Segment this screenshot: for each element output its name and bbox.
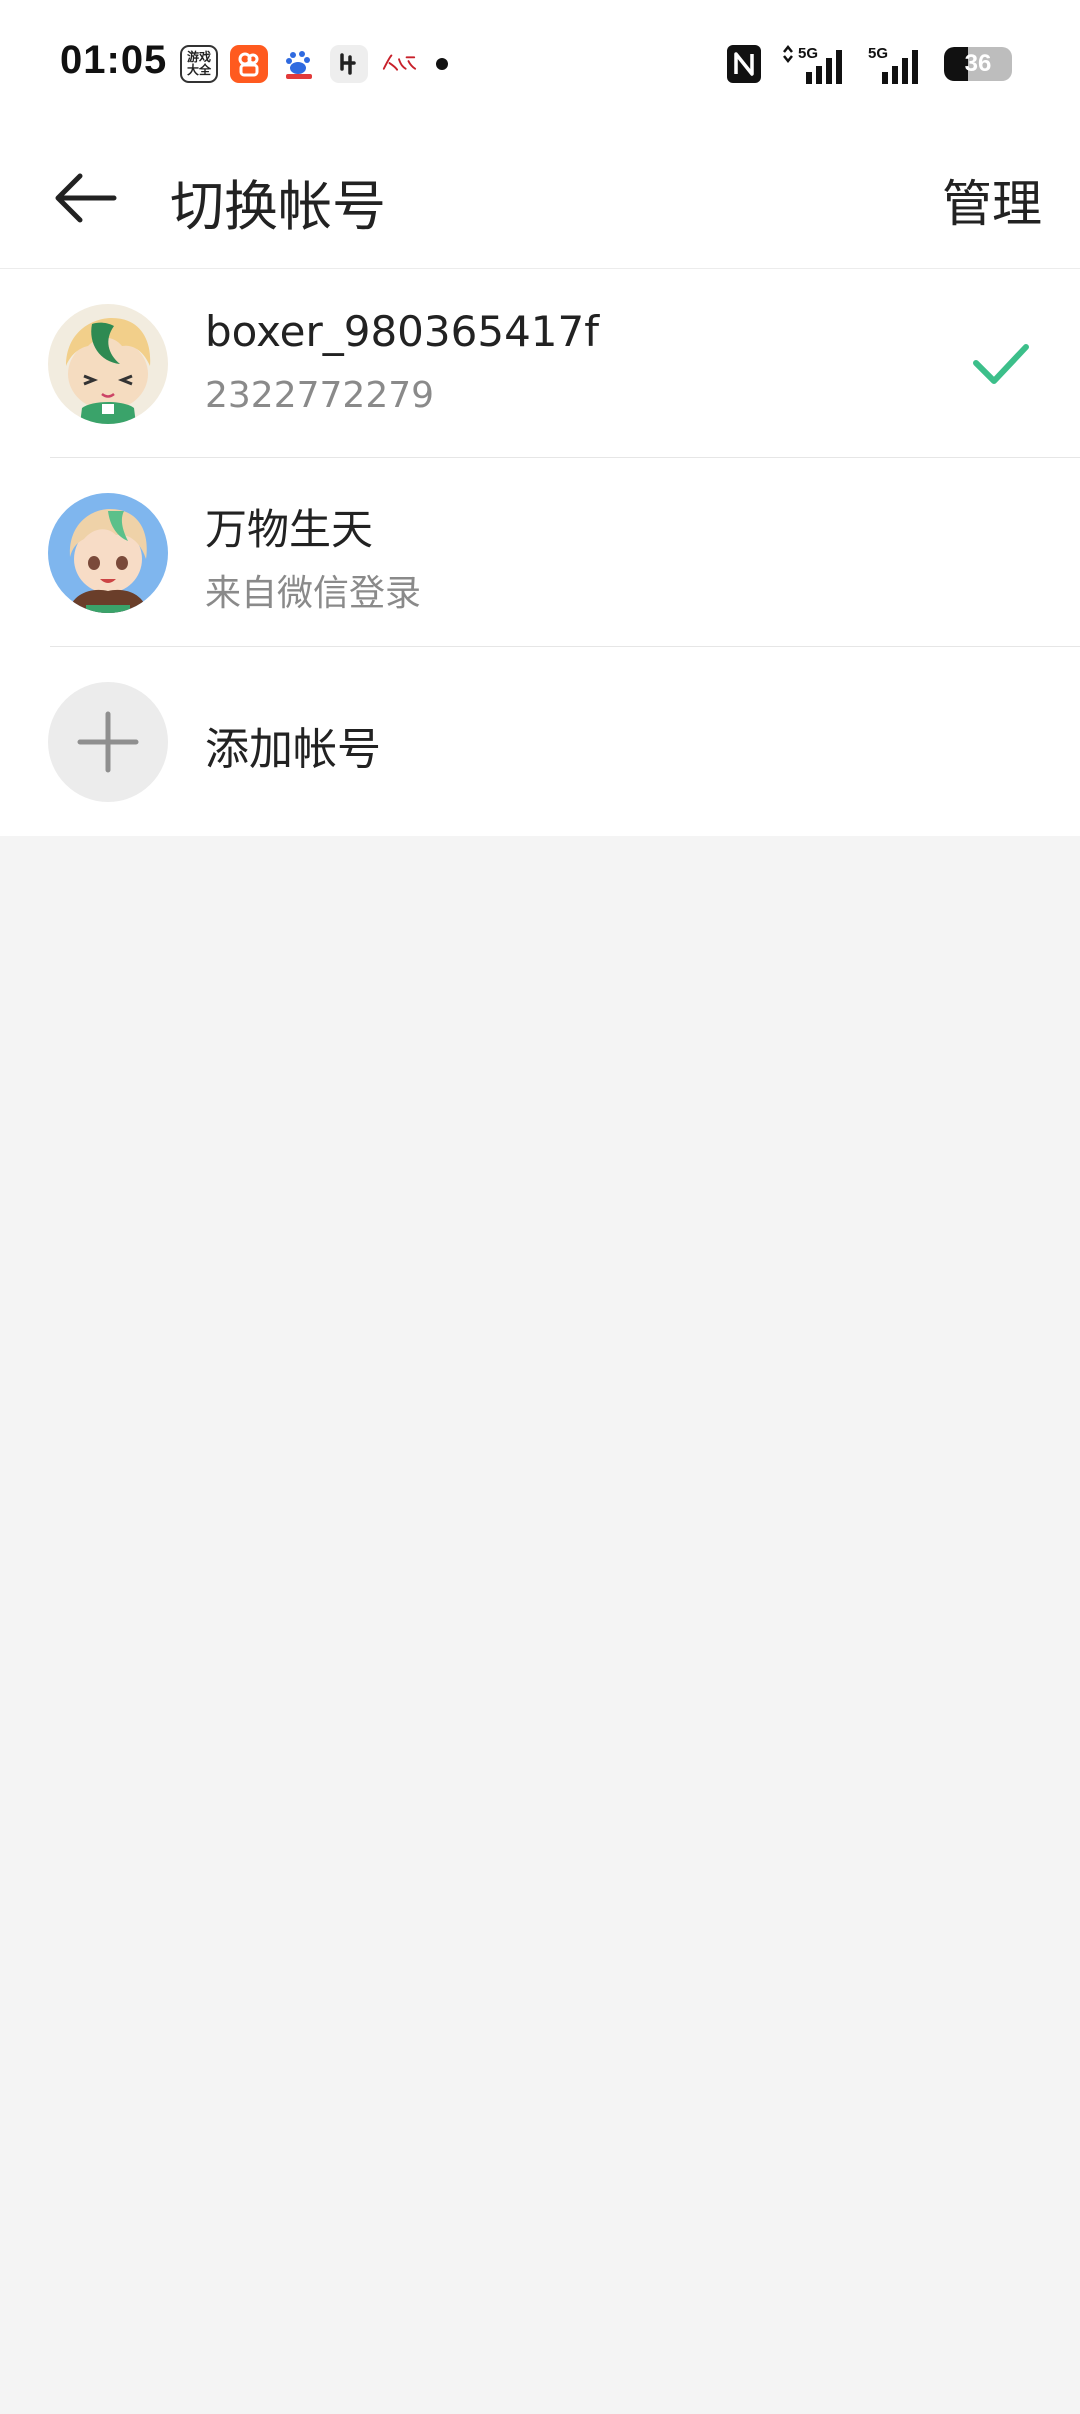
checkmark-icon xyxy=(973,344,1029,384)
signal-5g-data-icon: 5G xyxy=(783,44,842,84)
signal-5g-icon: 5G xyxy=(868,45,918,84)
account-row-current[interactable]: boxer_980365417f 2322772279 xyxy=(0,269,1080,458)
battery-icon: 36 xyxy=(944,47,1012,81)
status-bar: 01:05 游戏 大全 5G 5G 36 xyxy=(0,0,1080,128)
add-account-row[interactable]: 添加帐号 xyxy=(0,647,1080,836)
account-login-source: 来自微信登录 xyxy=(205,573,422,614)
page-title: 切换帐号 xyxy=(170,175,386,238)
account-list: boxer_980365417f 2322772279 万物生天 来自微信登录 … xyxy=(0,269,1080,836)
games-hub-icon: 游戏 大全 xyxy=(180,45,218,83)
anime-avatar-blue-background-icon xyxy=(48,493,168,613)
nfc-icon xyxy=(727,45,761,83)
app-header: 切换帐号 管理 xyxy=(0,128,1080,269)
account-id: 2322772279 xyxy=(205,375,435,416)
back-arrow-icon xyxy=(55,173,117,223)
status-time: 01:05 xyxy=(60,38,168,82)
app-icon xyxy=(330,45,368,83)
system-icons: 5G 5G 36 xyxy=(726,40,1012,88)
account-row-secondary[interactable]: 万物生天 来自微信登录 xyxy=(0,458,1080,647)
add-account-avatar xyxy=(48,682,168,802)
svg-text:5G: 5G xyxy=(868,45,888,62)
notification-icons: 游戏 大全 xyxy=(180,42,448,86)
screen: 01:05 游戏 大全 5G 5G 36 切换帐号 管理 boxer_98036… xyxy=(0,0,1080,2414)
anime-avatar-green-hair-icon xyxy=(48,304,168,424)
account-name: 万物生天 xyxy=(205,505,374,554)
more-notifications-dot xyxy=(436,58,448,70)
peoples-daily-icon xyxy=(380,45,418,83)
baidu-icon xyxy=(280,45,318,83)
kuaishou-icon xyxy=(230,45,268,83)
account-name: boxer_980365417f xyxy=(205,307,600,356)
battery-level: 36 xyxy=(964,50,992,77)
plus-icon xyxy=(77,711,139,773)
add-account-label: 添加帐号 xyxy=(205,724,381,775)
svg-text:5G: 5G xyxy=(798,45,818,62)
back-button[interactable] xyxy=(40,158,130,238)
manage-button[interactable]: 管理 xyxy=(942,164,1042,236)
